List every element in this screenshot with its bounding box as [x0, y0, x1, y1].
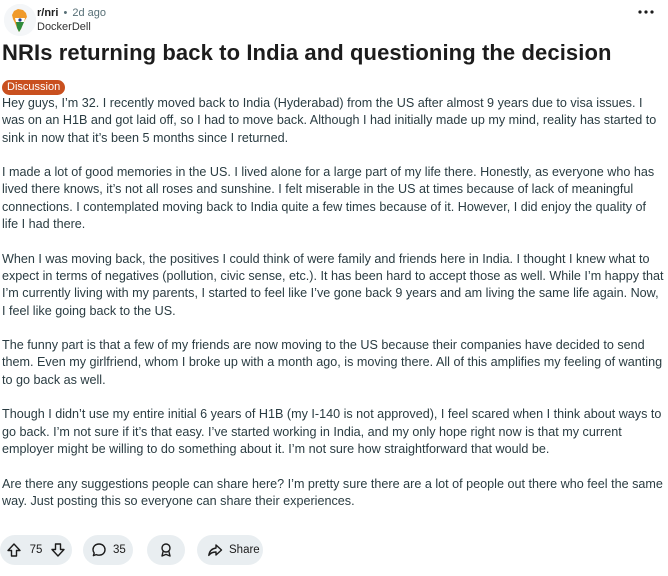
- post-paragraph: Hey guys, I’m 32. I recently moved back …: [2, 96, 657, 145]
- post-paragraph: The funny part is that a few of my frien…: [2, 338, 663, 387]
- downvote-arrow-icon: [51, 543, 65, 557]
- comment-bubble-icon: [91, 542, 107, 558]
- more-options-button[interactable]: [638, 10, 658, 26]
- post-header: r/nri • 2d ago DockerDell: [4, 4, 664, 38]
- upvote-arrow-icon: [7, 543, 21, 557]
- author-link[interactable]: DockerDell: [37, 21, 91, 33]
- post-paragraph: Are there any suggestions people can sha…: [2, 476, 663, 508]
- india-map-logo-icon: [4, 4, 36, 36]
- post-paragraph: I made a lot of good memories in the US.…: [2, 165, 655, 232]
- post-meta: r/nri • 2d ago: [37, 6, 106, 20]
- upvote-button[interactable]: [6, 542, 22, 558]
- comment-count: 35: [113, 544, 126, 556]
- downvote-button[interactable]: [50, 542, 66, 558]
- vote-count: 75: [29, 544, 43, 556]
- vote-control: 75: [0, 535, 72, 565]
- comments-button[interactable]: 35: [83, 535, 133, 565]
- post-body: Hey guys, I’m 32. I recently moved back …: [2, 95, 664, 527]
- meta-separator: •: [63, 7, 68, 19]
- award-button[interactable]: [147, 535, 185, 565]
- award-icon: [158, 542, 174, 558]
- post-time-ago: 2d ago: [72, 7, 107, 19]
- post-paragraph: Though I didn’t use my entire initial 6 …: [2, 407, 662, 456]
- post-title: NRIs returning back to India and questio…: [2, 40, 612, 65]
- post-flair[interactable]: Discussion: [2, 80, 66, 95]
- share-button[interactable]: Share: [197, 535, 263, 565]
- subreddit-link[interactable]: r/nri: [37, 7, 58, 19]
- share-label: Share: [229, 544, 260, 556]
- post-action-bar: 75 35 Share: [0, 535, 668, 565]
- ellipsis-icon: [638, 10, 654, 14]
- subreddit-avatar[interactable]: [4, 4, 36, 36]
- post-paragraph: When I was moving back, the positives I …: [2, 251, 664, 318]
- share-arrow-icon: [207, 542, 223, 558]
